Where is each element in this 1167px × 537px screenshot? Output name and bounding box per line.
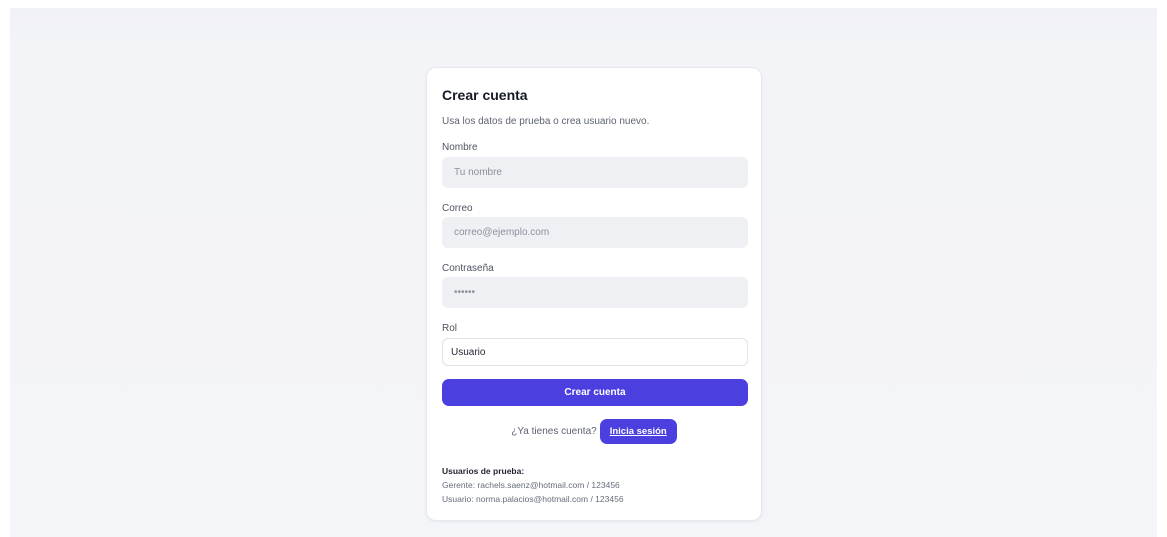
role-select[interactable]: Usuario <box>442 338 748 366</box>
password-label: Contraseña <box>442 263 494 274</box>
role-label: Rol <box>442 323 458 334</box>
test-users-title: Usuarios de prueba: <box>442 466 525 476</box>
email-input[interactable] <box>442 217 748 248</box>
name-label: Nombre <box>442 142 478 153</box>
login-link[interactable]: Inicia sesión <box>599 419 677 444</box>
test-user-manager: Gerente: rachels.saenz@hotmail.com / 123… <box>442 480 620 490</box>
form-title: Crear cuenta <box>442 87 528 103</box>
login-prompt: ¿Ya tienes cuenta? Inicia sesión <box>427 419 761 444</box>
email-label: Correo <box>442 203 473 214</box>
login-question: ¿Ya tienes cuenta? <box>511 426 597 437</box>
role-selected-value: Usuario <box>451 346 486 358</box>
page-background: Crear cuenta Usa los datos de prueba o c… <box>10 8 1157 537</box>
test-user-user: Usuario: norma.palacios@hotmail.com / 12… <box>442 494 624 504</box>
form-subtitle: Usa los datos de prueba o crea usuario n… <box>442 116 650 127</box>
password-input[interactable] <box>442 277 748 308</box>
name-input[interactable] <box>442 157 748 188</box>
create-account-button[interactable]: Crear cuenta <box>442 379 748 406</box>
signup-card: Crear cuenta Usa los datos de prueba o c… <box>426 67 762 521</box>
